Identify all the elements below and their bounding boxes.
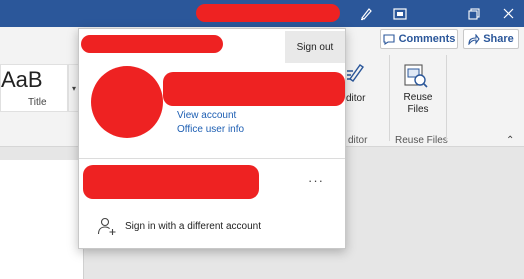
sign-out-label: Sign out: [296, 41, 334, 53]
chevron-down-icon: ▾: [71, 83, 76, 93]
editor-group-label: ditor: [348, 135, 368, 146]
comments-label: Comments: [398, 33, 456, 45]
window-title-redacted: [196, 4, 340, 22]
account-popup-header: Sign out: [79, 29, 345, 63]
style-name-label: Title: [28, 97, 47, 108]
add-person-icon: [97, 217, 116, 235]
sign-in-different-account-label: Sign in with a different account: [125, 220, 262, 232]
style-sample-text: AaB: [1, 67, 43, 92]
reuse-files-group-label: Reuse Files: [395, 135, 448, 146]
document-page[interactable]: [0, 160, 84, 279]
sign-in-different-account-button[interactable]: Sign in with a different account: [97, 214, 337, 238]
reuse-files-label: Reuse Files: [403, 92, 433, 115]
account-popup: Sign out View account Office user info ·…: [78, 28, 346, 249]
group-separator: [446, 55, 447, 141]
view-account-link[interactable]: View account: [177, 110, 236, 121]
title-bar: [0, 0, 524, 27]
more-icon: ···: [308, 172, 324, 188]
reuse-files-icon: [404, 64, 428, 88]
reuse-files-button[interactable]: [403, 63, 429, 92]
other-account-redacted[interactable]: [83, 165, 259, 199]
comments-button[interactable]: Comments: [380, 29, 458, 49]
restore-window-icon[interactable]: [382, 0, 418, 27]
editor-label: ditor: [346, 93, 366, 104]
editor-button[interactable]: [346, 61, 388, 121]
comment-icon: [383, 33, 395, 45]
more-options-button[interactable]: ···: [304, 171, 328, 189]
group-separator: [389, 55, 390, 141]
share-icon: [468, 33, 480, 45]
organization-name-redacted: [81, 35, 223, 53]
office-user-info-link[interactable]: Office user info: [177, 124, 244, 135]
avatar: [91, 66, 163, 138]
share-button[interactable]: Share: [463, 29, 519, 49]
editor-icon: [347, 64, 364, 82]
style-title-gallery-item[interactable]: AaB Title: [0, 64, 68, 112]
collapse-ribbon-icon[interactable]: ⌃: [506, 135, 514, 146]
account-name-redacted: [163, 72, 345, 106]
pen-icon[interactable]: [348, 0, 384, 27]
sign-out-button[interactable]: Sign out: [285, 31, 345, 63]
share-label: Share: [483, 33, 514, 45]
maximize-icon[interactable]: [456, 0, 492, 27]
close-icon[interactable]: [490, 0, 524, 27]
popup-divider: [79, 158, 345, 159]
